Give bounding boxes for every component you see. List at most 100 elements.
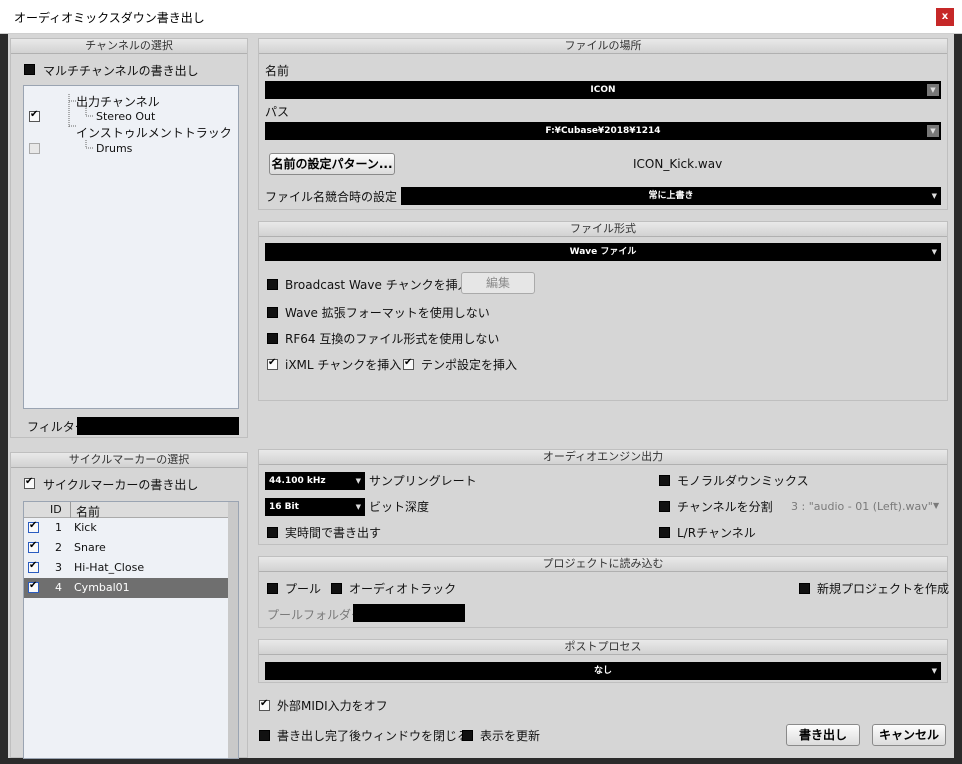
marker-name: Hi-Hat_Close	[74, 561, 145, 574]
naming-scheme-button[interactable]: 名前の設定パターン...	[269, 153, 395, 175]
cycle-marker-export-checkbox[interactable]	[24, 476, 35, 489]
marker-checkbox[interactable]	[28, 580, 39, 593]
update-display-checkbox[interactable]	[462, 730, 473, 741]
marker-row-selected[interactable]: 4 Cymbal01	[24, 578, 228, 598]
tempo-label: テンポ設定を挿入	[421, 358, 518, 372]
filter-input[interactable]	[77, 417, 239, 435]
path-dropdown-icon[interactable]: ▼	[927, 125, 939, 137]
update-display-label: 表示を更新	[480, 729, 541, 743]
marker-id: 3	[55, 561, 62, 574]
file-location-panel: ファイルの場所 名前 ICON ▼ パス F:¥Cubase¥2018¥1214…	[258, 38, 948, 210]
sample-rate-label: サンプリングレート	[369, 474, 477, 488]
no-rf64-checkbox[interactable]	[267, 333, 278, 344]
name-conflict-label: ファイル名競合時の設定	[265, 190, 398, 204]
title-bar: オーディオミックスダウン書き出し x	[0, 0, 962, 34]
marker-id: 1	[55, 521, 62, 534]
list-scrollbar[interactable]	[228, 502, 238, 758]
path-value: F:¥Cubase¥2018¥1214	[545, 126, 661, 136]
marker-checkbox[interactable]	[28, 520, 39, 533]
audio-track-label: オーディオトラック	[349, 582, 457, 596]
tempo-checkbox[interactable]	[403, 357, 414, 370]
col-id-header[interactable]: ID	[50, 503, 62, 516]
lr-channels-checkbox[interactable]	[659, 527, 670, 538]
ixml-checkbox[interactable]	[267, 357, 278, 370]
ixml-label: iXML チャンクを挿入	[285, 358, 402, 372]
path-field[interactable]: F:¥Cubase¥2018¥1214 ▼	[265, 122, 941, 140]
no-wave-extensible-checkbox[interactable]	[267, 307, 278, 318]
engine-output-panel: オーディオエンジン出力 44.100 kHz ▼ サンプリングレート 16 Bi…	[258, 449, 948, 545]
close-after-export-checkbox[interactable]	[259, 730, 270, 741]
name-conflict-select[interactable]: 常に上書き ▼	[401, 187, 941, 205]
tree-item-drums[interactable]: Drums	[96, 142, 132, 155]
mono-downmix-checkbox[interactable]	[659, 475, 670, 486]
col-divider	[70, 502, 71, 518]
marker-id: 4	[55, 581, 62, 594]
midi-off-checkbox[interactable]	[259, 698, 270, 711]
chevron-down-icon: ▼	[355, 477, 361, 485]
realtime-label: 実時間で書き出す	[285, 526, 382, 540]
pool-checkbox[interactable]	[267, 583, 278, 594]
split-channels-value[interactable]: 3 : "audio - 01 (Left).wav"	[791, 500, 933, 513]
bit-depth-label: ビット深度	[369, 500, 430, 514]
marker-row[interactable]: 3 Hi-Hat_Close	[24, 558, 228, 578]
channel-select-panel: チャンネルの選択 マルチチャンネルの書き出し 出力チャンネル Stereo Ou…	[10, 38, 248, 438]
bit-depth-select[interactable]: 16 Bit ▼	[265, 498, 365, 516]
chevron-down-icon[interactable]: ▼	[933, 501, 939, 510]
cycle-marker-panel: サイクルマーカーの選択 サイクルマーカーの書き出し ID 名前 1 Kick 2…	[10, 452, 248, 759]
sample-rate-value: 44.100 kHz	[269, 476, 326, 486]
file-format-header: ファイル形式	[259, 222, 947, 237]
audio-track-checkbox[interactable]	[331, 583, 342, 594]
chevron-down-icon: ▼	[355, 503, 361, 511]
export-button[interactable]: 書き出し	[786, 724, 860, 746]
list-header: ID 名前	[24, 502, 228, 519]
mono-downmix-label: モノラルダウンミックス	[677, 474, 809, 488]
file-location-header: ファイルの場所	[259, 39, 947, 54]
lr-channels-label: L/Rチャンネル	[677, 526, 756, 540]
cancel-button[interactable]: キャンセル	[872, 724, 946, 746]
edit-button[interactable]: 編集	[461, 272, 535, 294]
no-rf64-label: RF64 互換のファイル形式を使用しない	[285, 332, 500, 346]
drums-checkbox[interactable]	[29, 143, 40, 154]
file-format-panel: ファイル形式 Wave ファイル ▼ Broadcast Wave チャンクを挿…	[258, 221, 948, 401]
split-channels-label: チャンネルを分割	[677, 500, 773, 514]
engine-output-header: オーディオエンジン出力	[259, 450, 947, 465]
dialog-body: チャンネルの選択 マルチチャンネルの書き出し 出力チャンネル Stereo Ou…	[8, 34, 954, 759]
multichannel-checkbox[interactable]	[24, 64, 35, 75]
new-project-checkbox[interactable]	[799, 583, 810, 594]
marker-checkbox[interactable]	[28, 560, 39, 573]
marker-name: Kick	[74, 521, 97, 534]
marker-checkbox[interactable]	[28, 540, 39, 553]
broadcast-wave-checkbox[interactable]	[267, 279, 278, 290]
broadcast-wave-label: Broadcast Wave チャンクを挿入	[285, 278, 470, 292]
file-format-value: Wave ファイル	[569, 247, 637, 257]
stereo-out-checkbox[interactable]	[29, 109, 40, 122]
cycle-marker-list[interactable]: ID 名前 1 Kick 2 Snare 3 Hi-Hat_Close	[23, 501, 239, 759]
filename-preview: ICON_Kick.wav	[633, 157, 723, 171]
marker-row[interactable]: 2 Snare	[24, 538, 228, 558]
pool-label: プール	[285, 582, 322, 596]
sample-rate-select[interactable]: 44.100 kHz ▼	[265, 472, 365, 490]
cycle-marker-export-label: サイクルマーカーの書き出し	[43, 478, 199, 492]
pool-folder-select[interactable]	[353, 604, 465, 622]
bit-depth-value: 16 Bit	[269, 502, 299, 512]
close-after-export-label: 書き出し完了後ウィンドウを閉じる	[277, 729, 470, 743]
channel-tree[interactable]: 出力チャンネル Stereo Out インストゥルメントトラック Drums	[23, 85, 239, 409]
tree-item-instrument-tracks[interactable]: インストゥルメントトラック	[76, 124, 232, 141]
post-process-header: ポストプロセス	[259, 640, 947, 655]
file-format-select[interactable]: Wave ファイル ▼	[265, 243, 941, 261]
realtime-checkbox[interactable]	[267, 527, 278, 538]
name-value: ICON	[590, 85, 616, 95]
channel-select-header: チャンネルの選択	[11, 39, 247, 54]
chevron-down-icon: ▼	[931, 192, 937, 200]
split-channels-checkbox[interactable]	[659, 501, 670, 512]
name-field[interactable]: ICON ▼	[265, 81, 941, 99]
new-project-label: 新規プロジェクトを作成	[817, 582, 950, 596]
name-dropdown-icon[interactable]: ▼	[927, 84, 939, 96]
tree-item-stereo-out[interactable]: Stereo Out	[96, 110, 155, 123]
marker-row[interactable]: 1 Kick	[24, 518, 228, 538]
post-process-select[interactable]: なし ▼	[265, 662, 941, 680]
close-button[interactable]: x	[936, 8, 954, 26]
tree-item-output-channels[interactable]: 出力チャンネル	[76, 93, 160, 110]
marker-name: Cymbal01	[74, 581, 130, 594]
import-project-header: プロジェクトに読み込む	[259, 557, 947, 572]
